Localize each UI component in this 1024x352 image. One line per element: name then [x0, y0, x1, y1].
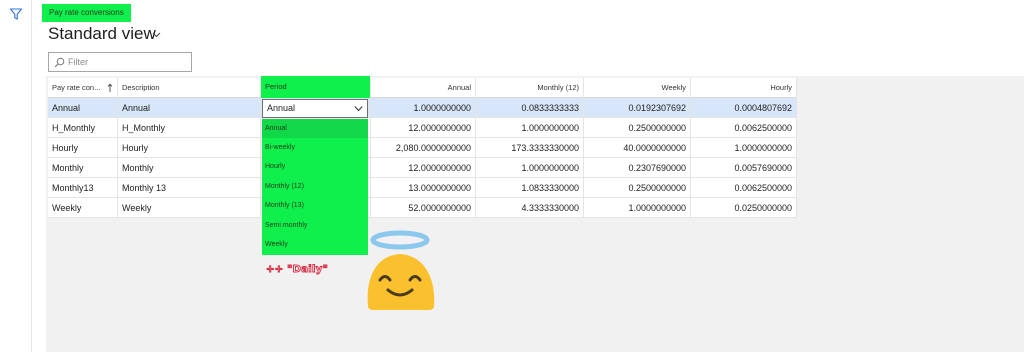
cell-hourly[interactable]: 0.0062500000	[691, 178, 797, 198]
column-header-monthly-12[interactable]: Monthly (12)	[476, 78, 584, 98]
cell-hourly[interactable]: 0.0004807692	[691, 98, 797, 118]
dropdown-option-bi-weekly[interactable]: Bi-weekly	[262, 138, 368, 157]
period-select[interactable]: Annual	[262, 99, 368, 118]
cell-annual[interactable]: 1.0000000000	[371, 98, 476, 118]
cell-description[interactable]: Monthly	[118, 158, 261, 178]
cell-monthly-12[interactable]: 173.3333330000	[476, 138, 584, 158]
table-row[interactable]: Annual Annual 1.0000000000 0.0833333333 …	[48, 98, 797, 118]
cell-monthly-12[interactable]: 1.0000000000	[476, 158, 584, 178]
period-select-value: Annual	[267, 103, 296, 113]
cell-hourly[interactable]: 0.0057690000	[691, 158, 797, 178]
cell-pay-rate-code[interactable]: Monthly	[48, 158, 118, 178]
cell-monthly-12[interactable]: 4.3333330000	[476, 198, 584, 218]
cell-description[interactable]: Annual	[118, 98, 261, 118]
column-header-weekly[interactable]: Weekly	[584, 78, 691, 98]
cell-pay-rate-code[interactable]: Annual	[48, 98, 118, 118]
cell-weekly[interactable]: 1.0000000000	[584, 198, 691, 218]
cell-annual[interactable]: 52.0000000000	[371, 198, 476, 218]
filter-placeholder: Filter	[68, 57, 88, 67]
pay-rate-grid: Pay rate con... Description Annual Month…	[48, 78, 797, 218]
table-row[interactable]: Weekly Weekly 52.0000000000 4.3333330000…	[48, 198, 797, 218]
dropdown-option-monthly-13[interactable]: Monthly (13)	[262, 196, 368, 215]
left-navigation-rail	[0, 0, 32, 352]
cell-hourly[interactable]: 0.0062500000	[691, 118, 797, 138]
cell-pay-rate-code[interactable]: Weekly	[48, 198, 118, 218]
search-icon	[54, 57, 65, 68]
column-header-description[interactable]: Description	[118, 78, 261, 98]
column-header-hourly[interactable]: Hourly	[691, 78, 797, 98]
filter-input[interactable]: Filter	[48, 52, 192, 72]
cell-monthly-12[interactable]: 1.0833330000	[476, 178, 584, 198]
breadcrumb[interactable]: Pay rate conversions	[42, 4, 131, 22]
period-dropdown-list: Annual Bi-weekly Hourly Monthly (12) Mon…	[262, 119, 368, 255]
cell-annual[interactable]: 12.0000000000	[371, 118, 476, 138]
column-header-period[interactable]: Period	[261, 76, 370, 98]
chevron-down-icon[interactable]	[354, 105, 363, 112]
dropdown-option-annual[interactable]: Annual	[262, 119, 368, 138]
cell-pay-rate-code[interactable]: Monthly13	[48, 178, 118, 198]
column-header-label: Pay rate con...	[52, 83, 101, 92]
table-row[interactable]: Monthly13 Monthly 13 13.0000000000 1.083…	[48, 178, 797, 198]
cell-annual[interactable]: 13.0000000000	[371, 178, 476, 198]
cell-weekly[interactable]: 40.0000000000	[584, 138, 691, 158]
cell-monthly-12[interactable]: 0.0833333333	[476, 98, 584, 118]
chevron-down-icon[interactable]	[152, 30, 161, 39]
dropdown-option-semi-monthly[interactable]: Semi monthly	[262, 216, 368, 235]
cell-description[interactable]: Weekly	[118, 198, 261, 218]
dropdown-option-monthly-12[interactable]: Monthly (12)	[262, 177, 368, 196]
cell-pay-rate-code[interactable]: H_Monthly	[48, 118, 118, 138]
cell-weekly[interactable]: 0.2500000000	[584, 118, 691, 138]
table-row[interactable]: H_Monthly H_Monthly 12.0000000000 1.0000…	[48, 118, 797, 138]
cell-description[interactable]: H_Monthly	[118, 118, 261, 138]
cell-description[interactable]: Hourly	[118, 138, 261, 158]
table-row[interactable]: Monthly Monthly 12.0000000000 1.00000000…	[48, 158, 797, 178]
filter-funnel-icon[interactable]	[9, 7, 23, 21]
cell-pay-rate-code[interactable]: Hourly	[48, 138, 118, 158]
column-header-annual[interactable]: Annual	[371, 78, 476, 98]
cell-weekly[interactable]: 0.2307690000	[584, 158, 691, 178]
cell-hourly[interactable]: 1.0000000000	[691, 138, 797, 158]
cell-description[interactable]: Monthly 13	[118, 178, 261, 198]
dropdown-option-weekly[interactable]: Weekly	[262, 235, 368, 254]
cell-annual[interactable]: 12.0000000000	[371, 158, 476, 178]
cell-hourly[interactable]: 0.0250000000	[691, 198, 797, 218]
cell-annual[interactable]: 2,080.0000000000	[371, 138, 476, 158]
cell-weekly[interactable]: 0.0192307692	[584, 98, 691, 118]
smiling-face-with-halo-icon	[367, 230, 435, 310]
sort-ascending-icon	[107, 83, 113, 92]
cell-weekly[interactable]: 0.2500000000	[584, 178, 691, 198]
table-row[interactable]: Hourly Hourly 2,080.0000000000 173.33333…	[48, 138, 797, 158]
annotation-text: ++ "Daily"	[266, 264, 329, 276]
cell-monthly-12[interactable]: 1.0000000000	[476, 118, 584, 138]
dropdown-option-hourly[interactable]: Hourly	[262, 157, 368, 176]
view-title[interactable]: Standard view	[48, 24, 156, 44]
grid-header-row: Pay rate con... Description Annual Month…	[48, 78, 797, 98]
column-header-pay-rate-code[interactable]: Pay rate con...	[48, 78, 118, 98]
